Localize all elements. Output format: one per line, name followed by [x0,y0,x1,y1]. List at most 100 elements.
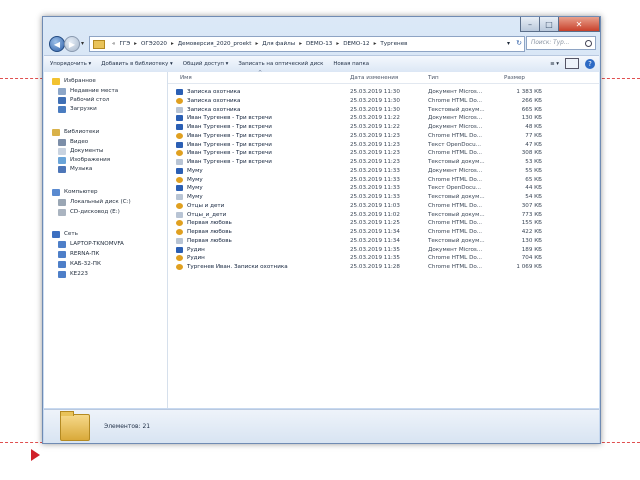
file-date: 25.03.2019 11:23 [350,132,400,139]
forward-button[interactable]: ▶ [64,36,80,52]
file-row[interactable]: Тургенев Иван. Записки охотника 25.03.201… [168,263,599,271]
close-button[interactable]: ✕ [558,17,600,32]
file-name: Иван Тургенев - Три встречи [187,150,272,157]
breadcrumb-separator-icon[interactable]: ▸ [374,41,377,47]
breadcrumb-separator-icon[interactable]: ▸ [336,41,339,47]
breadcrumb-item[interactable]: Демоверсия_2020_proekt [178,41,252,47]
file-type: Документ Micros... [428,246,483,253]
help-icon[interactable]: ? [585,58,595,69]
file-row[interactable]: Иван Тургенев - Три встречи 25.03.2019 11… [168,114,599,122]
nav-network-computer[interactable]: LAPTOP-TKNOMVFA [58,239,124,249]
add-to-library-menu[interactable]: Добавить в библиотеку ▾ [101,61,172,67]
odt-icon [176,185,183,192]
breadcrumb-separator-icon[interactable]: ▸ [299,41,302,47]
file-date: 25.03.2019 11:23 [350,141,400,148]
maximize-button[interactable]: □ [539,17,559,32]
column-header-size[interactable]: Размер [504,72,544,83]
file-row[interactable]: Первая любовь 25.03.2019 11:34 Текстовый д… [168,237,599,245]
burn-button[interactable]: Записать на оптический диск [238,61,323,67]
navigation-pane: Избранное Недавние места Рабочий стол За… [44,72,168,408]
command-bar: Упорядочить ▾ Добавить в библиотеку ▾ Об… [44,55,599,73]
file-row[interactable]: Первая любовь 25.03.2019 11:34 Chrome HTML… [168,228,599,236]
file-name: Иван Тургенев - Три встречи [187,115,272,122]
file-date: 25.03.2019 11:03 [350,202,400,209]
nav-cd-drive[interactable]: CD-дисковод (E:) [58,207,120,217]
file-row[interactable]: Записка охотника 25.03.2019 11:30 Chrome H… [168,97,599,105]
file-size: 44 КБ [525,185,542,192]
file-type: Текстовый докум... [428,106,485,113]
file-row[interactable]: Первая любовь 25.03.2019 11:25 Chrome HTML… [168,219,599,227]
nav-local-disk[interactable]: Локальный диск (C:) [58,197,131,207]
file-row[interactable]: Иван Тургенев - Три встречи 25.03.2019 11… [168,141,599,149]
file-row[interactable]: Муму 25.03.2019 11:33 Текстовый докум... 54… [168,193,599,201]
breadcrumb-item[interactable]: ОГЭ2020 [141,41,167,47]
breadcrumb-item-current[interactable]: Тургенев [380,41,407,47]
organize-menu[interactable]: Упорядочить ▾ [50,61,91,67]
nav-libraries[interactable]: Библиотеки [52,127,99,137]
file-row[interactable]: Отцы_и_дети 25.03.2019 11:02 Текстовый док… [168,211,599,219]
file-type: Текстовый докум... [428,237,485,244]
breadcrumb-item[interactable]: Для файлы [262,41,295,47]
nav-network[interactable]: Сеть [52,229,78,239]
breadcrumb-separator-icon[interactable]: ▸ [134,41,137,47]
chrome-icon [176,176,183,183]
text-icon [176,237,183,244]
file-row[interactable]: Муму 25.03.2019 11:33 Текст OpenDocu... 44 … [168,184,599,192]
column-header-name[interactable]: Имя [180,72,340,83]
nav-network-computer[interactable]: КАБ-32-ПК [58,259,101,269]
computer-icon [52,188,60,196]
breadcrumb-overflow-icon[interactable]: « [112,41,115,47]
file-row[interactable]: Иван Тургенев - Три встречи 25.03.2019 11… [168,158,599,166]
file-row[interactable]: Рудин 25.03.2019 11:35 Документ Micros... 1… [168,246,599,254]
search-icon[interactable] [585,40,592,47]
share-menu[interactable]: Общий доступ ▾ [183,61,229,67]
breadcrumb-item[interactable]: DEMO-12 [343,41,369,47]
nav-computer[interactable]: Компьютер [52,187,98,197]
file-type: Chrome HTML Do... [428,220,483,227]
file-size: 55 КБ [525,167,542,174]
file-row[interactable]: Муму 25.03.2019 11:33 Документ Micros... 55… [168,167,599,175]
file-name: Первая любовь [187,220,232,227]
views-menu[interactable]: ≡ ▾ [550,61,559,67]
chrome-icon [176,264,183,270]
nav-downloads[interactable]: Загрузки [58,104,97,114]
file-row[interactable]: Рудин 25.03.2019 11:35 Chrome HTML Do... 70… [168,254,599,262]
address-dropdown-icon[interactable]: ▾ [507,40,510,47]
column-header-date[interactable]: Дата изменения [350,72,420,83]
address-bar[interactable]: « ГГЭ ▸ ОГЭ2020 ▸ Демоверсия_2020_proekt… [89,36,525,52]
hard-drive-icon [58,198,66,206]
file-name: Иван Тургенев - Три встречи [187,124,272,130]
nav-network-computer[interactable]: KE223 [58,269,88,279]
new-folder-button[interactable]: Новая папка [333,61,369,67]
nav-music[interactable]: Музыка [58,164,92,174]
refresh-icon[interactable]: ↻ [516,39,522,47]
file-row[interactable]: Записка охотника 25.03.2019 11:30 Документ… [168,88,599,96]
file-row[interactable]: Отцы и дети 25.03.2019 11:03 Chrome HTML D… [168,202,599,210]
file-size: 65 КБ [525,176,542,183]
nav-favorites[interactable]: Избранное [52,76,96,86]
chrome-icon [176,255,183,262]
breadcrumb-separator-icon[interactable]: ▸ [171,41,174,47]
file-row[interactable]: Записка охотника 25.03.2019 11:30 Текстовы… [168,106,599,114]
file-row[interactable]: Иван Тургенев - Три встречи 25.03.2019 11… [168,123,599,131]
minimize-button[interactable]: – [520,17,540,32]
breadcrumb-item[interactable]: ГГЭ [119,41,130,47]
file-size: 53 КБ [525,159,542,165]
preview-pane-icon[interactable] [565,58,579,69]
back-button[interactable]: ◀ [49,36,65,52]
search-input[interactable]: Поиск: Тур... [526,36,596,50]
breadcrumb-item[interactable]: DEMO-13 [306,41,332,47]
nav-network-computer[interactable]: RERNA-ПК [58,249,99,259]
file-date: 25.03.2019 11:23 [350,159,400,165]
breadcrumb-separator-icon[interactable]: ▸ [255,41,258,47]
pc-icon [58,260,66,268]
history-dropdown-icon[interactable]: ▾ [81,40,84,47]
header-divider [168,83,599,84]
file-date: 25.03.2019 11:22 [350,115,400,122]
chrome-icon [176,150,183,157]
file-row[interactable]: Иван Тургенев - Три встречи 25.03.2019 11… [168,149,599,157]
file-row[interactable]: Муму 25.03.2019 11:33 Chrome HTML Do... 65 … [168,176,599,184]
file-row[interactable]: Иван Тургенев - Три встречи 25.03.2019 11… [168,132,599,140]
word-icon [176,124,183,130]
column-header-type[interactable]: Тип [428,72,488,83]
